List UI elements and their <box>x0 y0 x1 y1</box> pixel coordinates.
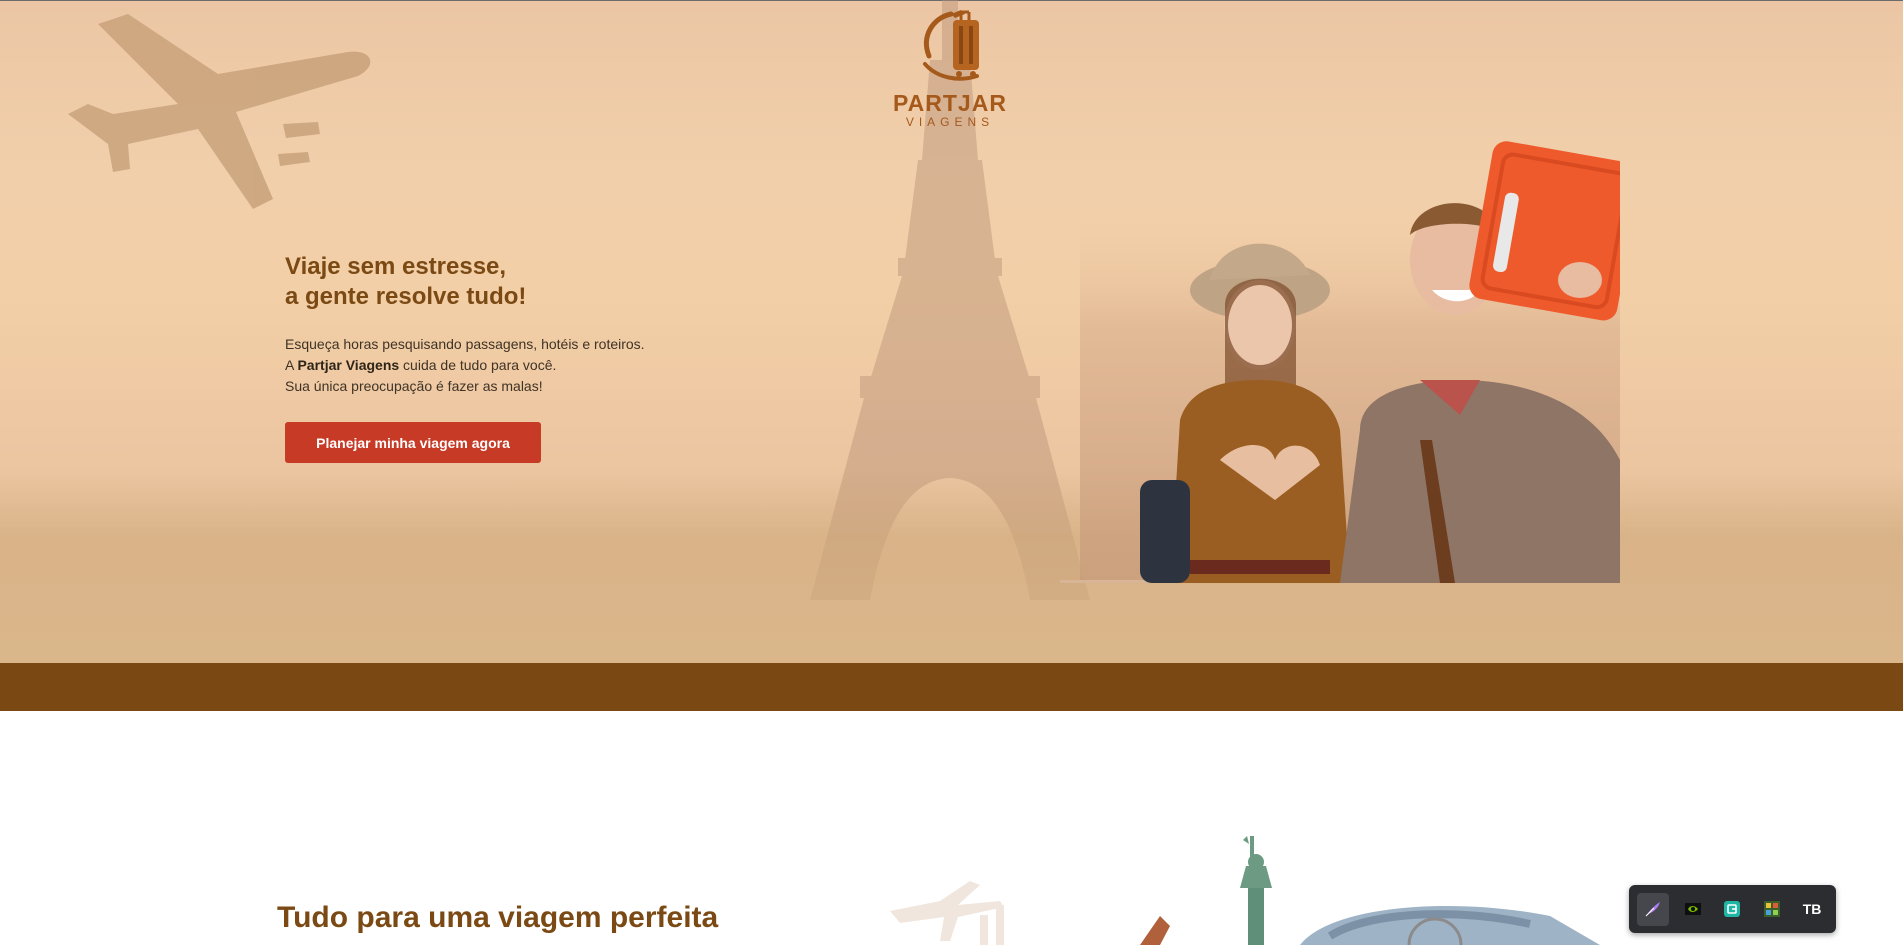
hero-section: PARTJAR VIAGENS Viaje sem estresse, a ge… <box>0 0 1903 663</box>
suitcase-plane-logo-icon <box>923 10 979 81</box>
hero-description: Esqueça horas pesquisando passagens, hot… <box>285 334 785 397</box>
happy-travel-couple-image <box>1060 141 1620 583</box>
plan-trip-button[interactable]: Planejar minha viagem agora <box>285 422 541 463</box>
tb-icon: TB <box>1802 901 1822 917</box>
clipboard-icon <box>1724 901 1741 917</box>
airplane-icon <box>68 14 371 209</box>
hero-headline-line2: a gente resolve tudo! <box>285 283 527 310</box>
tb-extension-button[interactable]: TB <box>1796 893 1828 926</box>
nvidia-icon <box>1684 903 1701 915</box>
grid-extension-button[interactable] <box>1756 893 1788 926</box>
hero-description-suffix: cuida de tudo para você. <box>399 357 557 373</box>
hero-description-brand: Partjar Viagens <box>297 357 400 373</box>
section-title: Tudo para uma viagem perfeita <box>277 901 719 934</box>
grid-icon <box>1764 901 1781 917</box>
hero-description-line3: Sua única preocupação é fazer as malas! <box>285 378 543 394</box>
feather-icon <box>1645 902 1660 917</box>
brand-name: PARTJAR <box>893 90 1007 116</box>
world-landmarks-collage-image <box>1140 836 1600 945</box>
hero-description-line2: A Partjar Viagens cuida de tudo para voc… <box>285 355 785 376</box>
hero-headline: Viaje sem estresse, a gente resolve tudo… <box>285 252 785 312</box>
hero-headline-line1: Viaje sem estresse, <box>285 253 507 280</box>
features-section: Tudo para uma viagem perfeita <box>0 711 1903 945</box>
nvidia-extension-button[interactable] <box>1677 893 1709 926</box>
clipboard-extension-button[interactable] <box>1717 893 1749 926</box>
hero-description-line1: Esqueça horas pesquisando passagens, hot… <box>285 336 645 352</box>
feather-extension-button[interactable] <box>1637 892 1669 926</box>
brown-divider-band <box>0 663 1903 711</box>
brand-subtitle: VIAGENS <box>905 115 995 129</box>
faint-plane-watermark-icon <box>890 881 1004 945</box>
partjar-logo[interactable]: PARTJAR VIAGENS <box>880 6 1020 134</box>
extension-toolbar: TB <box>1629 885 1836 933</box>
hero-description-prefix: A <box>285 357 298 373</box>
